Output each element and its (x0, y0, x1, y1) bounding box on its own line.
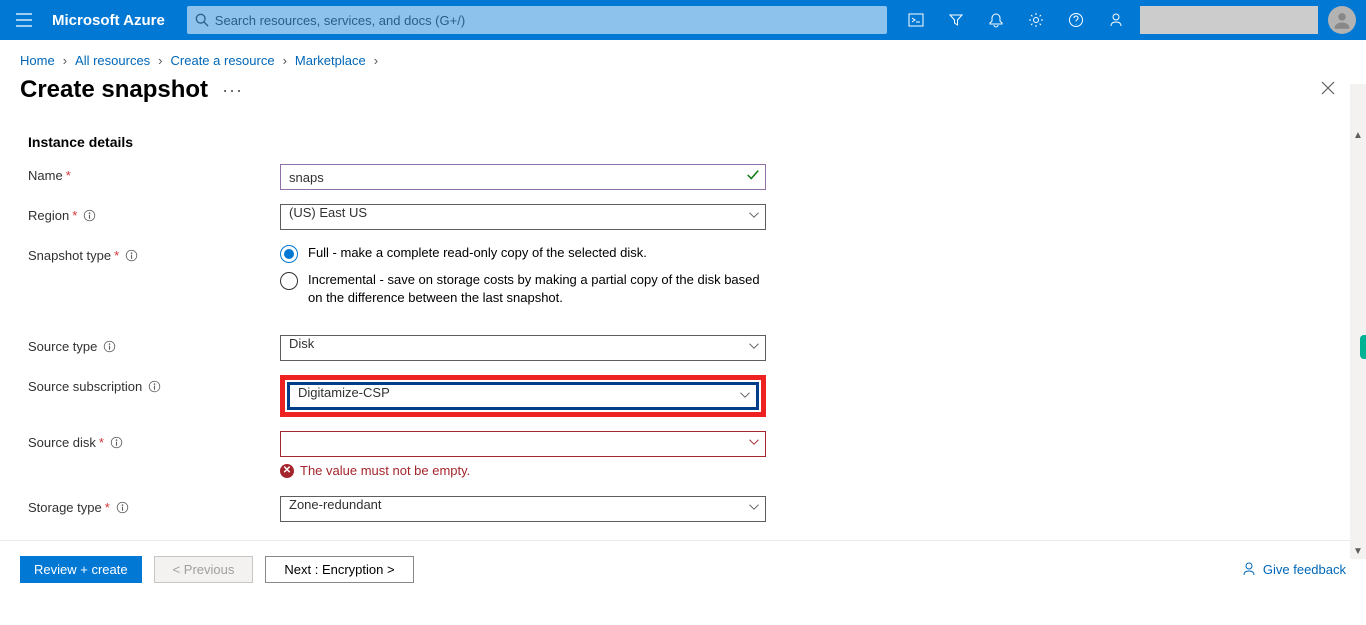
info-icon[interactable] (83, 209, 96, 222)
region-select[interactable]: (US) East US (280, 204, 766, 230)
info-icon[interactable] (110, 436, 123, 449)
source-disk-select[interactable] (280, 431, 766, 457)
error-icon: ✕ (280, 464, 294, 478)
global-search[interactable] (187, 6, 887, 34)
info-icon[interactable] (116, 501, 129, 514)
search-input[interactable] (215, 13, 879, 28)
highlighted-box: Digitamize-CSP (280, 375, 766, 417)
top-icons (896, 0, 1366, 40)
section-instance-details: Instance details (28, 134, 1366, 150)
feedback-person-icon (1241, 561, 1257, 577)
valid-check-icon (746, 168, 760, 185)
label-snapshot-type: Snapshot type* (28, 244, 280, 263)
scrollbar-track[interactable]: ▲ ▼ (1350, 84, 1366, 559)
name-input[interactable] (280, 164, 766, 190)
breadcrumb-all-resources[interactable]: All resources (75, 53, 150, 68)
label-source-disk: Source disk* (28, 431, 280, 450)
close-icon[interactable] (1320, 80, 1336, 101)
account-box[interactable] (1140, 6, 1318, 34)
more-actions-icon[interactable]: ··· (222, 80, 243, 101)
notifications-icon[interactable] (976, 0, 1016, 40)
storage-type-select[interactable]: Zone-redundant (280, 496, 766, 522)
previous-button: < Previous (154, 556, 254, 583)
search-icon (195, 13, 209, 27)
breadcrumb-marketplace[interactable]: Marketplace (295, 53, 366, 68)
breadcrumb-create-resource[interactable]: Create a resource (171, 53, 275, 68)
next-button[interactable]: Next : Encryption > (265, 556, 413, 583)
breadcrumb: Home› All resources› Create a resource› … (0, 40, 1366, 72)
info-icon[interactable] (103, 340, 116, 353)
source-type-select[interactable]: Disk (280, 335, 766, 361)
form-content: Instance details Name* Region* (US) East… (0, 114, 1366, 534)
radio-full[interactable]: Full - make a complete read-only copy of… (280, 244, 766, 263)
cloud-shell-icon[interactable] (896, 0, 936, 40)
label-source-type: Source type (28, 335, 280, 354)
review-create-button[interactable]: Review + create (20, 556, 142, 583)
feedback-icon[interactable] (1096, 0, 1136, 40)
label-name: Name* (28, 164, 280, 183)
scroll-up-icon[interactable]: ▲ (1353, 130, 1363, 141)
settings-icon[interactable] (1016, 0, 1056, 40)
directory-filter-icon[interactable] (936, 0, 976, 40)
user-avatar[interactable] (1328, 6, 1356, 34)
error-message: ✕ The value must not be empty. (280, 463, 766, 478)
give-feedback-link[interactable]: Give feedback (1241, 561, 1346, 577)
label-source-subscription: Source subscription (28, 375, 280, 394)
page-title: Create snapshot (20, 76, 208, 104)
radio-button-icon (280, 245, 298, 263)
label-region: Region* (28, 204, 280, 223)
scroll-down-icon[interactable]: ▼ (1353, 546, 1363, 557)
source-subscription-select[interactable]: Digitamize-CSP (289, 384, 757, 408)
radio-incremental[interactable]: Incremental - save on storage costs by m… (280, 271, 766, 307)
help-icon[interactable] (1056, 0, 1096, 40)
radio-button-icon (280, 272, 298, 290)
footer-bar: Review + create < Previous Next : Encryp… (0, 541, 1366, 597)
info-icon[interactable] (125, 249, 138, 262)
breadcrumb-home[interactable]: Home (20, 53, 55, 68)
top-bar: Microsoft Azure (0, 0, 1366, 40)
label-storage-type: Storage type* (28, 496, 280, 515)
hamburger-menu-icon[interactable] (0, 13, 48, 27)
title-row: Create snapshot ··· (0, 72, 1366, 114)
brand-label[interactable]: Microsoft Azure (48, 12, 181, 29)
info-icon[interactable] (148, 380, 161, 393)
side-tab-nub[interactable] (1360, 335, 1366, 359)
